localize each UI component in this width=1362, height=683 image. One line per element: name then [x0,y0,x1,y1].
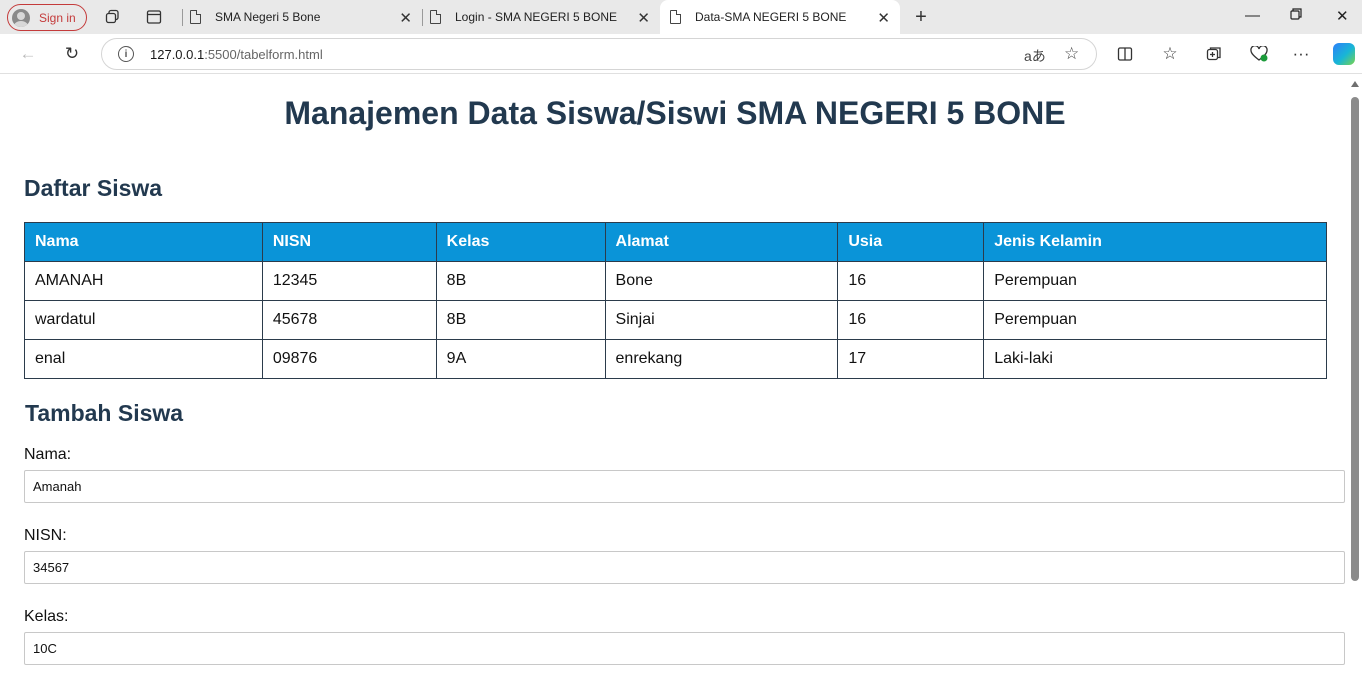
list-heading: Daftar Siswa [24,175,163,201]
tab-separator [182,9,183,26]
restore-icon[interactable] [1290,7,1302,24]
cell-nisn: 09876 [261,339,437,379]
tab-title: Data-SMA NEGERI 5 BONE [695,10,847,24]
nisn-input[interactable] [24,551,1345,584]
cell-usia: 16 [837,300,985,340]
site-info-icon[interactable]: i [118,46,134,62]
scroll-up-arrow-icon[interactable] [1351,81,1359,87]
page-content: Manajemen Data Siswa/Siswi SMA NEGERI 5 … [4,75,1346,683]
tab-data-active[interactable]: Data-SMA NEGERI 5 BONE ✕ [660,0,900,34]
tab-title: Login - SMA NEGERI 5 BONE [455,10,618,24]
table-row: wardatul 45678 8B Sinjai 16 Perempuan [24,300,1327,340]
cell-alamat: Bone [604,261,839,301]
url-text: 127.0.0.1:5500/tabelform.html [150,47,323,62]
page-icon [430,9,442,24]
url-host: 127.0.0.1 [150,47,205,62]
url-path: :5500/tabelform.html [204,47,323,62]
tab-separator [422,9,423,26]
sign-in-label: Sign in [39,10,76,25]
more-options-icon[interactable]: ··· [1291,44,1311,64]
cell-alamat: Sinjai [604,300,839,340]
cell-nisn: 45678 [261,300,437,340]
header-jenis-kelamin: Jenis Kelamin [983,222,1327,262]
vertical-scrollbar[interactable] [1349,75,1362,683]
page-icon [670,9,682,24]
cell-usia: 17 [837,339,985,379]
refresh-icon[interactable]: ↻ [62,44,82,64]
close-tab-icon[interactable]: ✕ [637,9,650,27]
table-row: enal 09876 9A enrekang 17 Laki-laki [24,339,1327,379]
tab-bar: Sign in SMA Negeri 5 Bone ✕ Login - SMA … [0,0,1362,34]
tab-sma-negeri[interactable]: SMA Negeri 5 Bone ✕ [190,0,422,34]
cell-jenis-kelamin: Laki-laki [983,339,1327,379]
nama-input[interactable] [24,470,1345,503]
close-tab-icon[interactable]: ✕ [399,9,412,27]
table-row: AMANAH 12345 8B Bone 16 Perempuan [24,261,1327,301]
kelas-input[interactable] [24,632,1345,665]
nisn-label: NISN: [24,527,67,544]
page-title: Manajemen Data Siswa/Siswi SMA NEGERI 5 … [284,95,1066,131]
header-alamat: Alamat [604,222,839,262]
copilot-icon[interactable] [1333,43,1355,65]
cell-jenis-kelamin: Perempuan [983,300,1327,340]
cell-nama: enal [24,339,263,379]
new-tab-icon[interactable]: + [912,6,930,28]
cell-kelas: 9A [435,339,606,379]
collections-icon[interactable] [1204,44,1224,64]
url-field[interactable]: i 127.0.0.1:5500/tabelform.html aあ ☆ [101,38,1097,70]
address-bar: ← ↻ i 127.0.0.1:5500/tabelform.html aあ ☆… [0,34,1362,74]
back-icon[interactable]: ← [18,44,38,64]
sign-in-button[interactable]: Sign in [7,4,87,31]
tab-title: SMA Negeri 5 Bone [215,10,321,24]
read-aloud-icon[interactable]: aあ [1024,46,1046,66]
split-screen-icon[interactable] [1115,44,1135,64]
nama-label: Nama: [24,446,72,463]
students-table: Nama NISN Kelas Alamat Usia Jenis Kelami… [24,222,1327,379]
cell-kelas: 8B [435,300,606,340]
browser-essentials-icon[interactable] [1249,44,1269,64]
close-window-icon[interactable]: ✕ [1336,7,1349,25]
tab-login[interactable]: Login - SMA NEGERI 5 BONE ✕ [430,0,660,34]
workspaces-icon[interactable] [104,8,122,26]
cell-usia: 16 [837,261,985,301]
cell-alamat: enrekang [604,339,839,379]
header-nisn: NISN [261,222,437,262]
header-nama: Nama [24,222,263,262]
cell-nisn: 12345 [261,261,437,301]
cell-jenis-kelamin: Perempuan [983,261,1327,301]
favorite-star-icon[interactable]: ☆ [1064,44,1079,64]
scrollbar-thumb[interactable] [1351,97,1359,581]
cell-kelas: 8B [435,261,606,301]
tab-actions-icon[interactable] [145,8,163,26]
header-usia: Usia [837,222,985,262]
cell-nama: wardatul [24,300,263,340]
page-icon [190,9,202,24]
favorites-icon[interactable]: ☆ [1160,44,1180,64]
header-kelas: Kelas [435,222,606,262]
minimize-icon[interactable]: — [1245,7,1260,24]
add-heading: Tambah Siswa [25,400,184,426]
cell-nama: AMANAH [24,261,263,301]
kelas-label: Kelas: [24,608,69,625]
profile-icon [12,8,30,27]
close-tab-icon[interactable]: ✕ [877,9,890,27]
table-header-row: Nama NISN Kelas Alamat Usia Jenis Kelami… [24,222,1327,262]
